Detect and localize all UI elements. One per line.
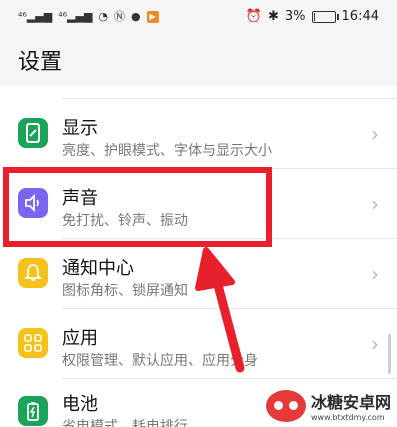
row-subtitle: 图标角标、锁屏通知 xyxy=(62,283,188,299)
battery-settings-icon xyxy=(18,396,48,426)
signal-icon: ⁴⁶▂▄▆ xyxy=(18,10,53,23)
chevron-right-icon: › xyxy=(371,262,379,286)
alarm-icon: ⏰ xyxy=(245,9,262,24)
row-subtitle: 省电模式、耗电排行 xyxy=(62,419,188,427)
scrollbar[interactable] xyxy=(388,334,391,374)
highlight-box xyxy=(3,167,272,247)
divider xyxy=(62,308,397,309)
watermark-title: 冰糖安卓网 xyxy=(311,393,392,412)
bluetooth-icon: ✱ xyxy=(268,9,279,24)
row-subtitle: 亮度、护眼模式、字体与显示大小 xyxy=(62,143,272,159)
clock: 16:44 xyxy=(341,9,379,24)
chevron-right-icon: › xyxy=(371,332,379,356)
settings-item-apps[interactable]: 应用 权限管理、默认应用、应用分身 › xyxy=(0,310,397,378)
settings-item-display[interactable]: 显示 亮度、护眼模式、字体与显示大小 › xyxy=(0,100,397,168)
row-title: 电池 xyxy=(62,394,98,415)
chat-icon: ● xyxy=(131,10,141,23)
settings-list: 显示 亮度、护眼模式、字体与显示大小 › 声音 免打扰、铃声、振动 › 通知中心… xyxy=(0,86,397,427)
page-title: 设置 xyxy=(18,50,63,75)
bell-icon xyxy=(18,258,48,288)
watermark-url: www.btxtdmy.com xyxy=(311,413,385,422)
divider xyxy=(62,98,397,99)
divider xyxy=(62,378,397,379)
row-title: 通知中心 xyxy=(62,258,134,279)
watermark-text: 冰糖安卓网 www.btxtdmy.com xyxy=(311,389,391,422)
battery-percent: 3% xyxy=(284,9,306,24)
settings-item-notifications[interactable]: 通知中心 图标角标、锁屏通知 › xyxy=(0,240,397,308)
row-title: 应用 xyxy=(62,328,98,349)
row-title: 显示 xyxy=(62,118,98,139)
wifi-icon: ◔ xyxy=(98,10,109,23)
status-left: ⁴⁶▂▄▆ ⁴⁶▂▄▆ ◔ Ⓝ ● ▶ xyxy=(18,10,159,24)
status-bar: ⁴⁶▂▄▆ ⁴⁶▂▄▆ ◔ Ⓝ ● ▶ ⏰ ✱ 3% 16:44 xyxy=(0,0,397,34)
watermark: 冰糖安卓网 www.btxtdmy.com xyxy=(262,384,397,427)
app-notification-icon: ▶ xyxy=(146,11,159,23)
battery-fill xyxy=(313,12,315,21)
battery-icon xyxy=(311,10,339,23)
row-subtitle: 权限管理、默认应用、应用分身 xyxy=(62,353,258,369)
nfc-icon: Ⓝ xyxy=(114,10,126,23)
chevron-right-icon: › xyxy=(371,192,379,216)
chevron-right-icon: › xyxy=(371,122,379,146)
display-icon xyxy=(18,118,48,148)
status-right: ⏰ ✱ 3% 16:44 xyxy=(246,9,379,24)
watermark-logo-icon xyxy=(266,389,306,422)
apps-grid-icon xyxy=(18,328,48,358)
signal-icon-2: ⁴⁶▂▄▆ xyxy=(58,10,93,23)
